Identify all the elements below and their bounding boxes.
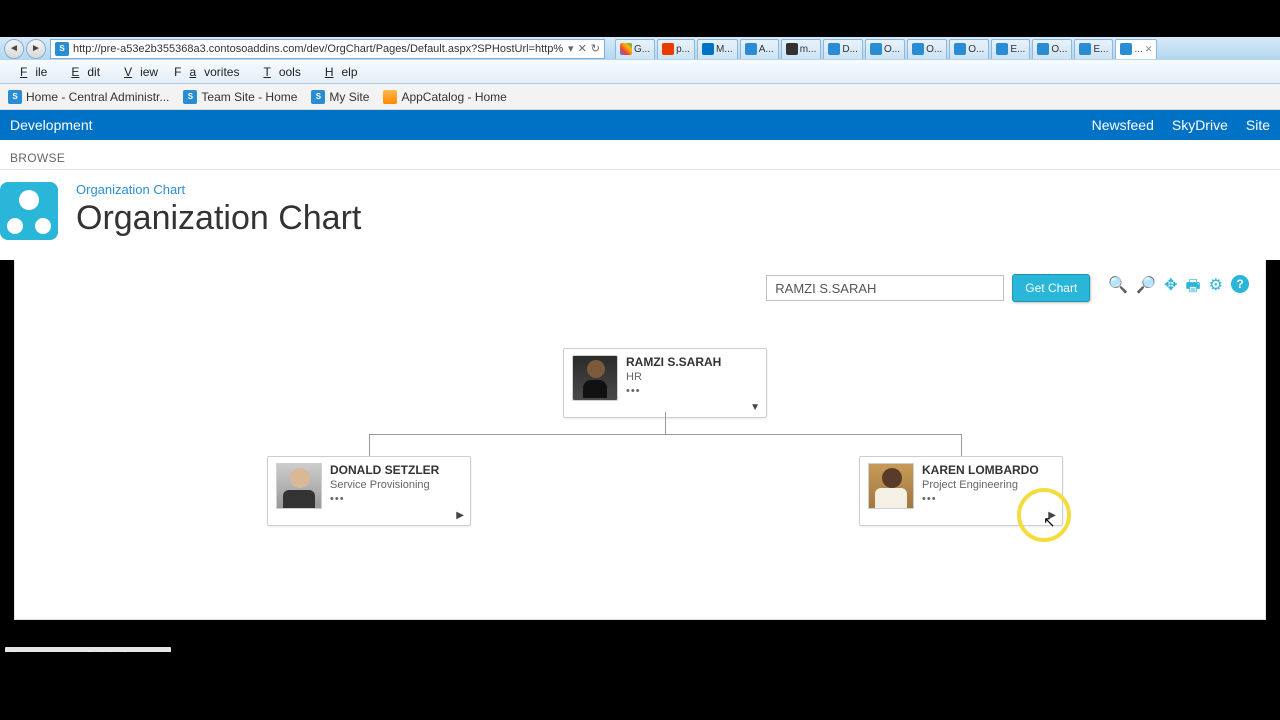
- browser-tab[interactable]: O...: [1032, 39, 1072, 59]
- content-area: Get Chart 🔍 🔎 ✥ 🖶 ⚙ ? RAMZI S.SARAH HR •…: [14, 260, 1266, 620]
- browser-tab[interactable]: O...: [907, 39, 947, 59]
- org-node-right[interactable]: KAREN LOMBARDO Project Engineering ••• ▶: [859, 456, 1063, 526]
- expand-down-icon[interactable]: ▼: [750, 402, 760, 413]
- fav-link[interactable]: SHome - Central Administr...: [8, 90, 169, 104]
- menu-view[interactable]: View: [108, 62, 166, 82]
- fit-icon[interactable]: ✥: [1164, 275, 1177, 302]
- zoom-out-icon[interactable]: 🔎: [1136, 275, 1156, 302]
- node-dept: Project Engineering: [922, 479, 1054, 491]
- sharepoint-favicon: S: [55, 42, 69, 56]
- menu-bar: File Edit View Favorites Tools Help: [0, 60, 1280, 84]
- get-chart-button[interactable]: Get Chart: [1012, 274, 1090, 302]
- breadcrumb[interactable]: Organization Chart: [76, 182, 361, 197]
- suite-link-newsfeed[interactable]: Newsfeed: [1092, 117, 1154, 133]
- print-icon[interactable]: 🖶: [1186, 275, 1201, 302]
- menu-tools[interactable]: Tools: [247, 62, 308, 82]
- org-node-root[interactable]: RAMZI S.SARAH HR ••• ▼: [563, 348, 767, 418]
- help-icon[interactable]: ?: [1231, 275, 1249, 293]
- avatar: [276, 463, 322, 509]
- sharepoint-icon: [1120, 43, 1132, 55]
- connector: [369, 434, 370, 456]
- settings-icon[interactable]: ⚙: [1209, 275, 1223, 302]
- sharepoint-icon: [996, 43, 1008, 55]
- suite-link-sites[interactable]: Site: [1246, 117, 1270, 133]
- expand-right-icon[interactable]: ▶: [456, 510, 464, 521]
- fav-link[interactable]: AppCatalog - Home: [383, 90, 506, 104]
- connector: [369, 434, 961, 435]
- browser-tab[interactable]: E...: [1074, 39, 1113, 59]
- browser-chrome: ◄ ► S http://pre-a53e2b355368a3.contosoa…: [0, 37, 1280, 60]
- browser-tab-active[interactable]: ...✕: [1115, 39, 1157, 59]
- sharepoint-icon: S: [311, 90, 325, 104]
- node-name: KAREN LOMBARDO: [922, 463, 1054, 477]
- sharepoint-suite-bar: Development Newsfeed SkyDrive Site: [0, 110, 1280, 140]
- browser-tab[interactable]: D...: [823, 39, 863, 59]
- bottom-blackbar: [0, 652, 1280, 720]
- sharepoint-icon: S: [8, 90, 22, 104]
- fav-link[interactable]: SMy Site: [311, 90, 369, 104]
- page-header: Organization Chart Organization Chart: [0, 170, 1280, 260]
- suite-left-label: Development: [10, 117, 1092, 133]
- zoom-in-icon[interactable]: 🔍: [1108, 275, 1128, 302]
- suite-link-skydrive[interactable]: SkyDrive: [1172, 117, 1228, 133]
- chart-toolbar: Get Chart 🔍 🔎 ✥ 🖶 ⚙ ?: [766, 274, 1249, 302]
- browser-tab[interactable]: M...: [697, 39, 738, 59]
- window-top-blackbar: [0, 0, 1280, 37]
- search-input[interactable]: [766, 275, 1004, 301]
- expand-right-icon[interactable]: ▶: [1048, 510, 1056, 521]
- node-dots: •••: [626, 385, 758, 397]
- favorites-bar: SHome - Central Administr... STeam Site …: [0, 84, 1280, 110]
- address-url: http://pre-a53e2b355368a3.contosoaddins.…: [73, 43, 563, 55]
- avatar: [868, 463, 914, 509]
- addr-stop-icon[interactable]: ✕: [578, 42, 587, 55]
- menu-favorites[interactable]: Favorites: [166, 62, 247, 82]
- node-name: DONALD SETZLER: [330, 463, 462, 477]
- browser-tab[interactable]: G...: [615, 39, 655, 59]
- sharepoint-icon: [870, 43, 882, 55]
- browser-tab[interactable]: E...: [991, 39, 1030, 59]
- node-dots: •••: [922, 493, 1054, 505]
- node-dept: HR: [626, 371, 758, 383]
- google-icon: [620, 43, 632, 55]
- page-title: Organization Chart: [76, 199, 361, 238]
- sharepoint-icon: [828, 43, 840, 55]
- office-icon: [662, 43, 674, 55]
- browser-tabs: G... p... M... A... m... D... O... O... …: [615, 39, 1276, 59]
- tab-browse[interactable]: BROWSE: [0, 147, 75, 169]
- browser-tab[interactable]: O...: [949, 39, 989, 59]
- nav-back-button[interactable]: ◄: [4, 39, 24, 59]
- addr-dropdown-icon[interactable]: ▾: [568, 42, 574, 55]
- node-dots: •••: [330, 493, 462, 505]
- nav-forward-button[interactable]: ►: [26, 39, 46, 59]
- sharepoint-icon: [745, 43, 757, 55]
- browser-tab[interactable]: O...: [865, 39, 905, 59]
- menu-help[interactable]: Help: [309, 62, 366, 82]
- browser-tab[interactable]: p...: [657, 39, 695, 59]
- mail-icon: [702, 43, 714, 55]
- node-name: RAMZI S.SARAH: [626, 355, 758, 369]
- close-icon[interactable]: ✕: [1145, 44, 1153, 55]
- connector: [665, 412, 666, 434]
- node-dept: Service Provisioning: [330, 479, 462, 491]
- connector: [961, 434, 962, 456]
- site-icon: [786, 43, 798, 55]
- app-icon: [0, 182, 58, 240]
- browser-tab[interactable]: m...: [781, 39, 822, 59]
- sharepoint-icon: [1079, 43, 1091, 55]
- sharepoint-icon: [1037, 43, 1049, 55]
- addr-refresh-icon[interactable]: ↻: [591, 42, 600, 55]
- org-node-left[interactable]: DONALD SETZLER Service Provisioning ••• …: [267, 456, 471, 526]
- browser-tab[interactable]: A...: [740, 39, 779, 59]
- menu-edit[interactable]: Edit: [55, 62, 108, 82]
- sharepoint-icon: S: [183, 90, 197, 104]
- ribbon-row: BROWSE: [0, 140, 1280, 170]
- avatar: [572, 355, 618, 401]
- ie-icon: [383, 90, 397, 104]
- sharepoint-icon: [954, 43, 966, 55]
- fav-link[interactable]: STeam Site - Home: [183, 90, 297, 104]
- address-bar[interactable]: S http://pre-a53e2b355368a3.contosoaddin…: [50, 39, 605, 59]
- menu-file[interactable]: File: [4, 62, 55, 82]
- sharepoint-icon: [912, 43, 924, 55]
